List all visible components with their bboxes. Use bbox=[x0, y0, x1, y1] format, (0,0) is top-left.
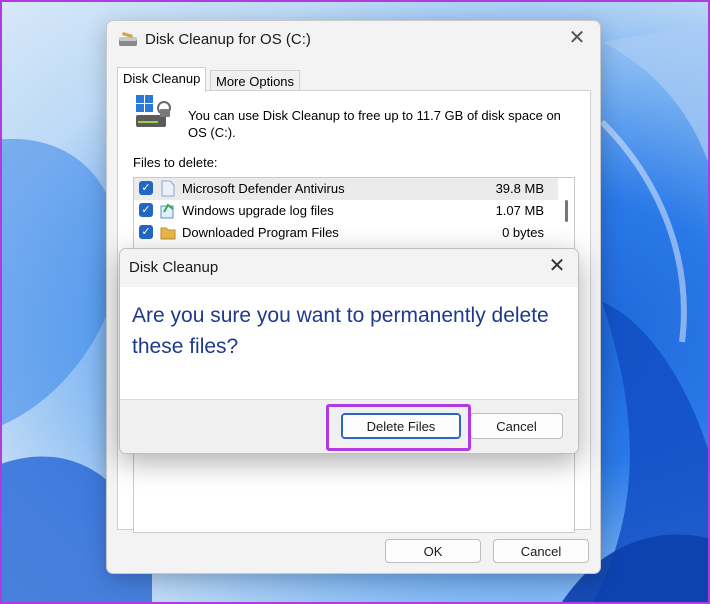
list-item[interactable]: ✓ Downloaded Program Files 0 bytes bbox=[134, 222, 558, 244]
log-files-icon bbox=[160, 203, 174, 219]
confirm-delete-dialog: Disk Cleanup ✕ Are you sure you want to … bbox=[119, 248, 579, 454]
cancel-button[interactable]: Cancel bbox=[493, 539, 589, 563]
checkbox[interactable]: ✓ bbox=[139, 181, 153, 195]
list-item[interactable]: ✓ Microsoft Defender Antivirus 39.8 MB bbox=[134, 178, 558, 200]
file-name: Windows upgrade log files bbox=[182, 203, 334, 218]
checkbox[interactable]: ✓ bbox=[139, 225, 153, 239]
window-title: Disk Cleanup for OS (C:) bbox=[145, 31, 311, 48]
folder-icon bbox=[160, 227, 176, 240]
window-titlebar: Disk Cleanup for OS (C:) ✕ bbox=[107, 21, 600, 59]
disk-cleanup-icon bbox=[119, 32, 137, 46]
scrollbar-thumb[interactable] bbox=[565, 200, 568, 222]
dialog-footer: Delete Files Cancel bbox=[120, 399, 578, 453]
dialog-cancel-button[interactable]: Cancel bbox=[470, 413, 563, 439]
delete-files-button[interactable]: Delete Files bbox=[341, 413, 461, 439]
ok-button[interactable]: OK bbox=[385, 539, 481, 563]
dialog-titlebar: Disk Cleanup ✕ bbox=[120, 249, 578, 287]
file-size: 1.07 MB bbox=[495, 203, 544, 218]
file-name: Microsoft Defender Antivirus bbox=[182, 181, 345, 196]
files-to-delete-label: Files to delete: bbox=[133, 155, 218, 170]
info-text: You can use Disk Cleanup to free up to 1… bbox=[188, 108, 561, 140]
disk-cleanup-drive-icon bbox=[136, 95, 171, 127]
file-size: 0 bytes bbox=[502, 225, 544, 240]
checkbox[interactable]: ✓ bbox=[139, 203, 153, 217]
file-name: Downloaded Program Files bbox=[182, 225, 339, 240]
dialog-body: Are you sure you want to permanently del… bbox=[120, 287, 578, 399]
file-size: 39.8 MB bbox=[495, 181, 544, 196]
file-icon bbox=[161, 180, 175, 197]
dialog-title: Disk Cleanup bbox=[129, 259, 219, 276]
close-icon[interactable]: ✕ bbox=[546, 255, 568, 277]
list-item[interactable]: ✓ Windows upgrade log files 1.07 MB bbox=[134, 200, 558, 222]
tab-disk-cleanup[interactable]: Disk Cleanup bbox=[117, 67, 207, 92]
confirm-question: Are you sure you want to permanently del… bbox=[132, 304, 549, 358]
close-icon[interactable]: ✕ bbox=[566, 27, 588, 49]
